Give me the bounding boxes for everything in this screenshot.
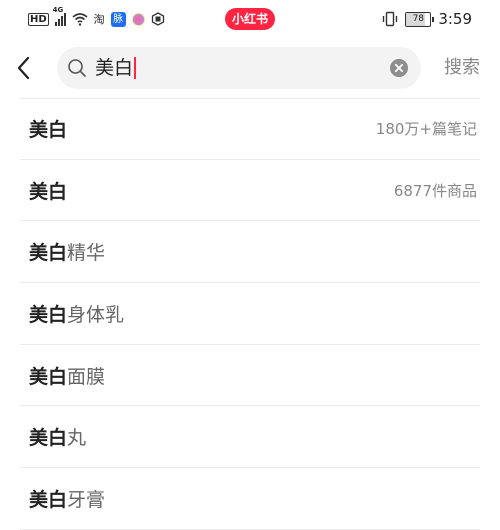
search-query: 美白 [95, 57, 134, 79]
search-input[interactable]: 美白 [95, 47, 137, 89]
suggestion-item[interactable]: 美白牙膏 [20, 468, 480, 530]
suggestion-text: 美白丸 [29, 427, 87, 450]
battery-level: 78 [412, 13, 425, 24]
suggestion-item[interactable]: 美白精华 [20, 221, 480, 284]
battery-icon: 78 [405, 11, 435, 27]
suggestion-list: 美白 180万+篇笔记 美白 6877件商品 美白精华 美白身体乳 美白面膜 美… [0, 98, 500, 530]
taobao-notification-icon: 淘 [93, 13, 105, 26]
status-bar: HD 4G 淘 脉 小红书 78 3:59 [0, 0, 500, 38]
status-bar-left: HD 4G 淘 脉 [28, 0, 165, 38]
suggestion-item[interactable]: 美白身体乳 [20, 283, 480, 345]
suggestion-item[interactable]: 美白面膜 [20, 345, 480, 407]
suggestion-text: 美白面膜 [29, 365, 106, 388]
app-notification-icon: 脉 [110, 11, 126, 27]
network-type: 4G [52, 6, 64, 14]
suggestion-item[interactable]: 美白丸 [20, 406, 480, 469]
clear-icon[interactable] [390, 59, 408, 77]
suggestion-count: 180万+篇笔记 [375, 120, 477, 139]
clock: 3:59 [438, 10, 472, 28]
status-bar-right: 78 3:59 [382, 10, 472, 28]
hd-indicator: HD [28, 12, 49, 26]
suggestion-text: 美白精华 [29, 242, 106, 265]
suggestion-item[interactable]: 美白 180万+篇笔记 [20, 98, 480, 160]
hexagon-app-icon [151, 12, 164, 26]
search-button[interactable]: 搜索 [444, 38, 480, 98]
search-header: 美白 搜索 [0, 38, 500, 98]
suggestion-text: 美白 [29, 119, 68, 142]
xiaohongshu-badge: 小红书 [225, 8, 275, 30]
suggestion-text: 美白牙膏 [29, 488, 106, 511]
search-box[interactable]: 美白 [57, 47, 421, 89]
search-icon [68, 59, 86, 77]
suggestion-item[interactable]: 美白 6877件商品 [20, 160, 480, 222]
vibrate-icon [383, 11, 398, 27]
cell-signal-icon: 4G [53, 6, 66, 26]
text-cursor [134, 57, 137, 79]
back-arrow-icon[interactable] [12, 54, 36, 82]
suggestion-count: 6877件商品 [393, 181, 477, 200]
flower-app-icon [131, 12, 145, 26]
suggestion-text: 美白 [29, 180, 68, 203]
suggestion-text: 美白身体乳 [29, 303, 125, 326]
wifi-icon [72, 13, 88, 26]
